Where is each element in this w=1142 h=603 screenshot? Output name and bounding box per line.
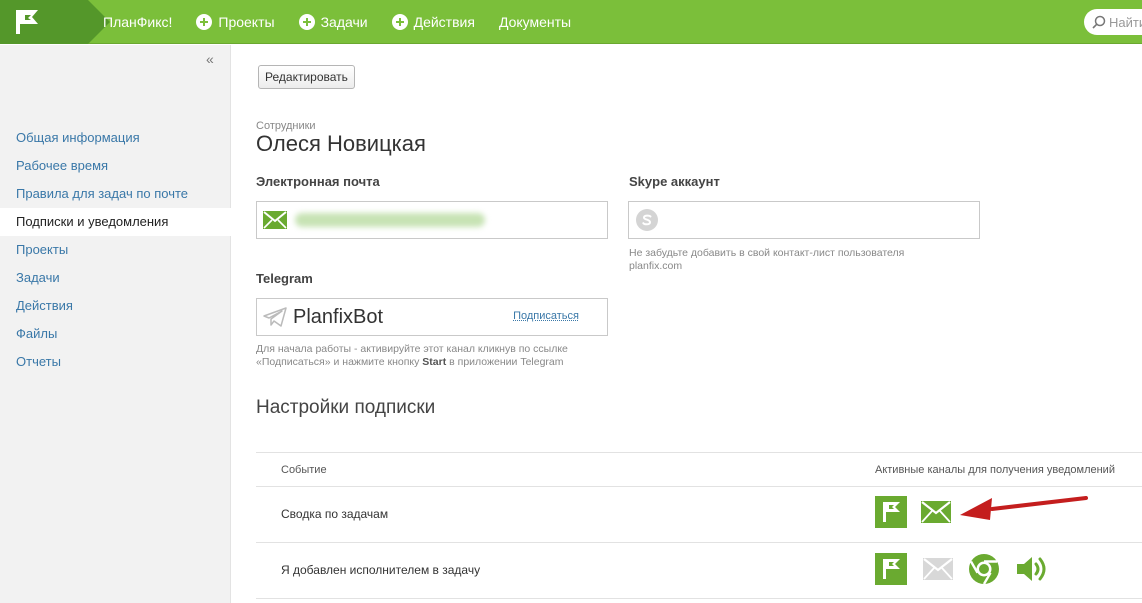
sidebar-item-actions[interactable]: Действия <box>0 292 231 320</box>
skype-field[interactable] <box>628 201 980 239</box>
telegram-icon <box>263 307 287 327</box>
edit-button[interactable]: Редактировать <box>258 65 355 89</box>
table-divider <box>256 452 1142 453</box>
top-bar: ПланФикс! Проекты Задачи Действия Докуме… <box>0 0 1142 44</box>
nav-actions[interactable]: Действия <box>391 14 475 30</box>
event-name: Я добавлен исполнителем в задачу <box>281 563 481 577</box>
sidebar: « Общая информация Рабочее время Правила… <box>0 45 245 603</box>
sidebar-item-general-info[interactable]: Общая информация <box>0 124 231 152</box>
email-value-redacted <box>295 213 485 227</box>
planfix-channel-icon[interactable] <box>875 553 907 585</box>
search-input[interactable] <box>1109 14 1142 30</box>
sidebar-item-reports[interactable]: Отчеты <box>0 348 231 376</box>
collapse-sidebar-icon[interactable]: « <box>206 51 214 67</box>
logo-block[interactable] <box>0 0 110 44</box>
email-label: Электронная почта <box>256 174 380 189</box>
red-arrow-annotation <box>960 496 1088 520</box>
column-header-channels: Активные каналы для получения уведомлени… <box>875 464 1115 476</box>
event-name: Сводка по задачам <box>281 507 389 521</box>
telegram-bot-name: PlanfixBot <box>293 305 384 328</box>
plus-circle-icon <box>298 14 315 30</box>
nav-brand[interactable]: ПланФикс! <box>103 14 172 30</box>
sidebar-item-subscriptions[interactable]: Подписки и уведомления <box>0 208 245 236</box>
table-divider <box>256 598 1142 599</box>
sidebar-item-projects[interactable]: Проекты <box>0 236 231 264</box>
sidebar-item-files[interactable]: Файлы <box>0 320 231 348</box>
telegram-hint: Для начала работы - активируйте этот кан… <box>256 343 568 368</box>
search-icon <box>1092 15 1106 29</box>
sidebar-item-work-time[interactable]: Рабочее время <box>0 152 231 180</box>
nav-documents[interactable]: Документы <box>499 14 571 30</box>
nav-projects[interactable]: Проекты <box>196 14 275 30</box>
sidebar-item-tasks[interactable]: Задачи <box>0 264 231 292</box>
envelope-icon <box>263 211 287 229</box>
sidebar-menu: Общая информация Рабочее время Правила д… <box>0 124 245 376</box>
email-channel-icon[interactable] <box>922 553 954 585</box>
planfix-logo-icon <box>16 10 38 34</box>
nav-tasks[interactable]: Задачи <box>298 14 368 30</box>
telegram-field: PlanfixBot Подписаться <box>256 298 608 336</box>
main-content: Редактировать Сотрудники Олеся Новицкая … <box>232 45 1142 603</box>
search-box[interactable] <box>1084 9 1142 35</box>
table-divider <box>256 542 1142 543</box>
plus-circle-icon <box>196 14 213 30</box>
table-divider <box>256 486 1142 487</box>
page-title: Олеся Новицкая <box>256 131 426 156</box>
chrome-channel-icon[interactable] <box>968 553 1000 585</box>
column-header-event: Событие <box>281 464 327 476</box>
email-channel-icon[interactable] <box>920 496 952 528</box>
email-field[interactable] <box>256 201 608 239</box>
skype-icon <box>636 209 658 231</box>
skype-hint: Не забудьте добавить в свой контакт-лист… <box>629 247 905 272</box>
planfix-channel-icon[interactable] <box>875 496 907 528</box>
telegram-label: Telegram <box>256 271 313 286</box>
subscribe-link[interactable]: Подписаться <box>513 310 579 322</box>
main-nav: ПланФикс! Проекты Задачи Действия Докуме… <box>103 0 595 44</box>
sidebar-item-email-rules[interactable]: Правила для задач по почте <box>0 180 231 208</box>
skype-label: Skype аккаунт <box>629 174 720 189</box>
subscription-settings-title: Настройки подписки <box>256 397 436 418</box>
plus-circle-icon <box>391 14 408 30</box>
sound-channel-icon[interactable] <box>1015 553 1047 585</box>
